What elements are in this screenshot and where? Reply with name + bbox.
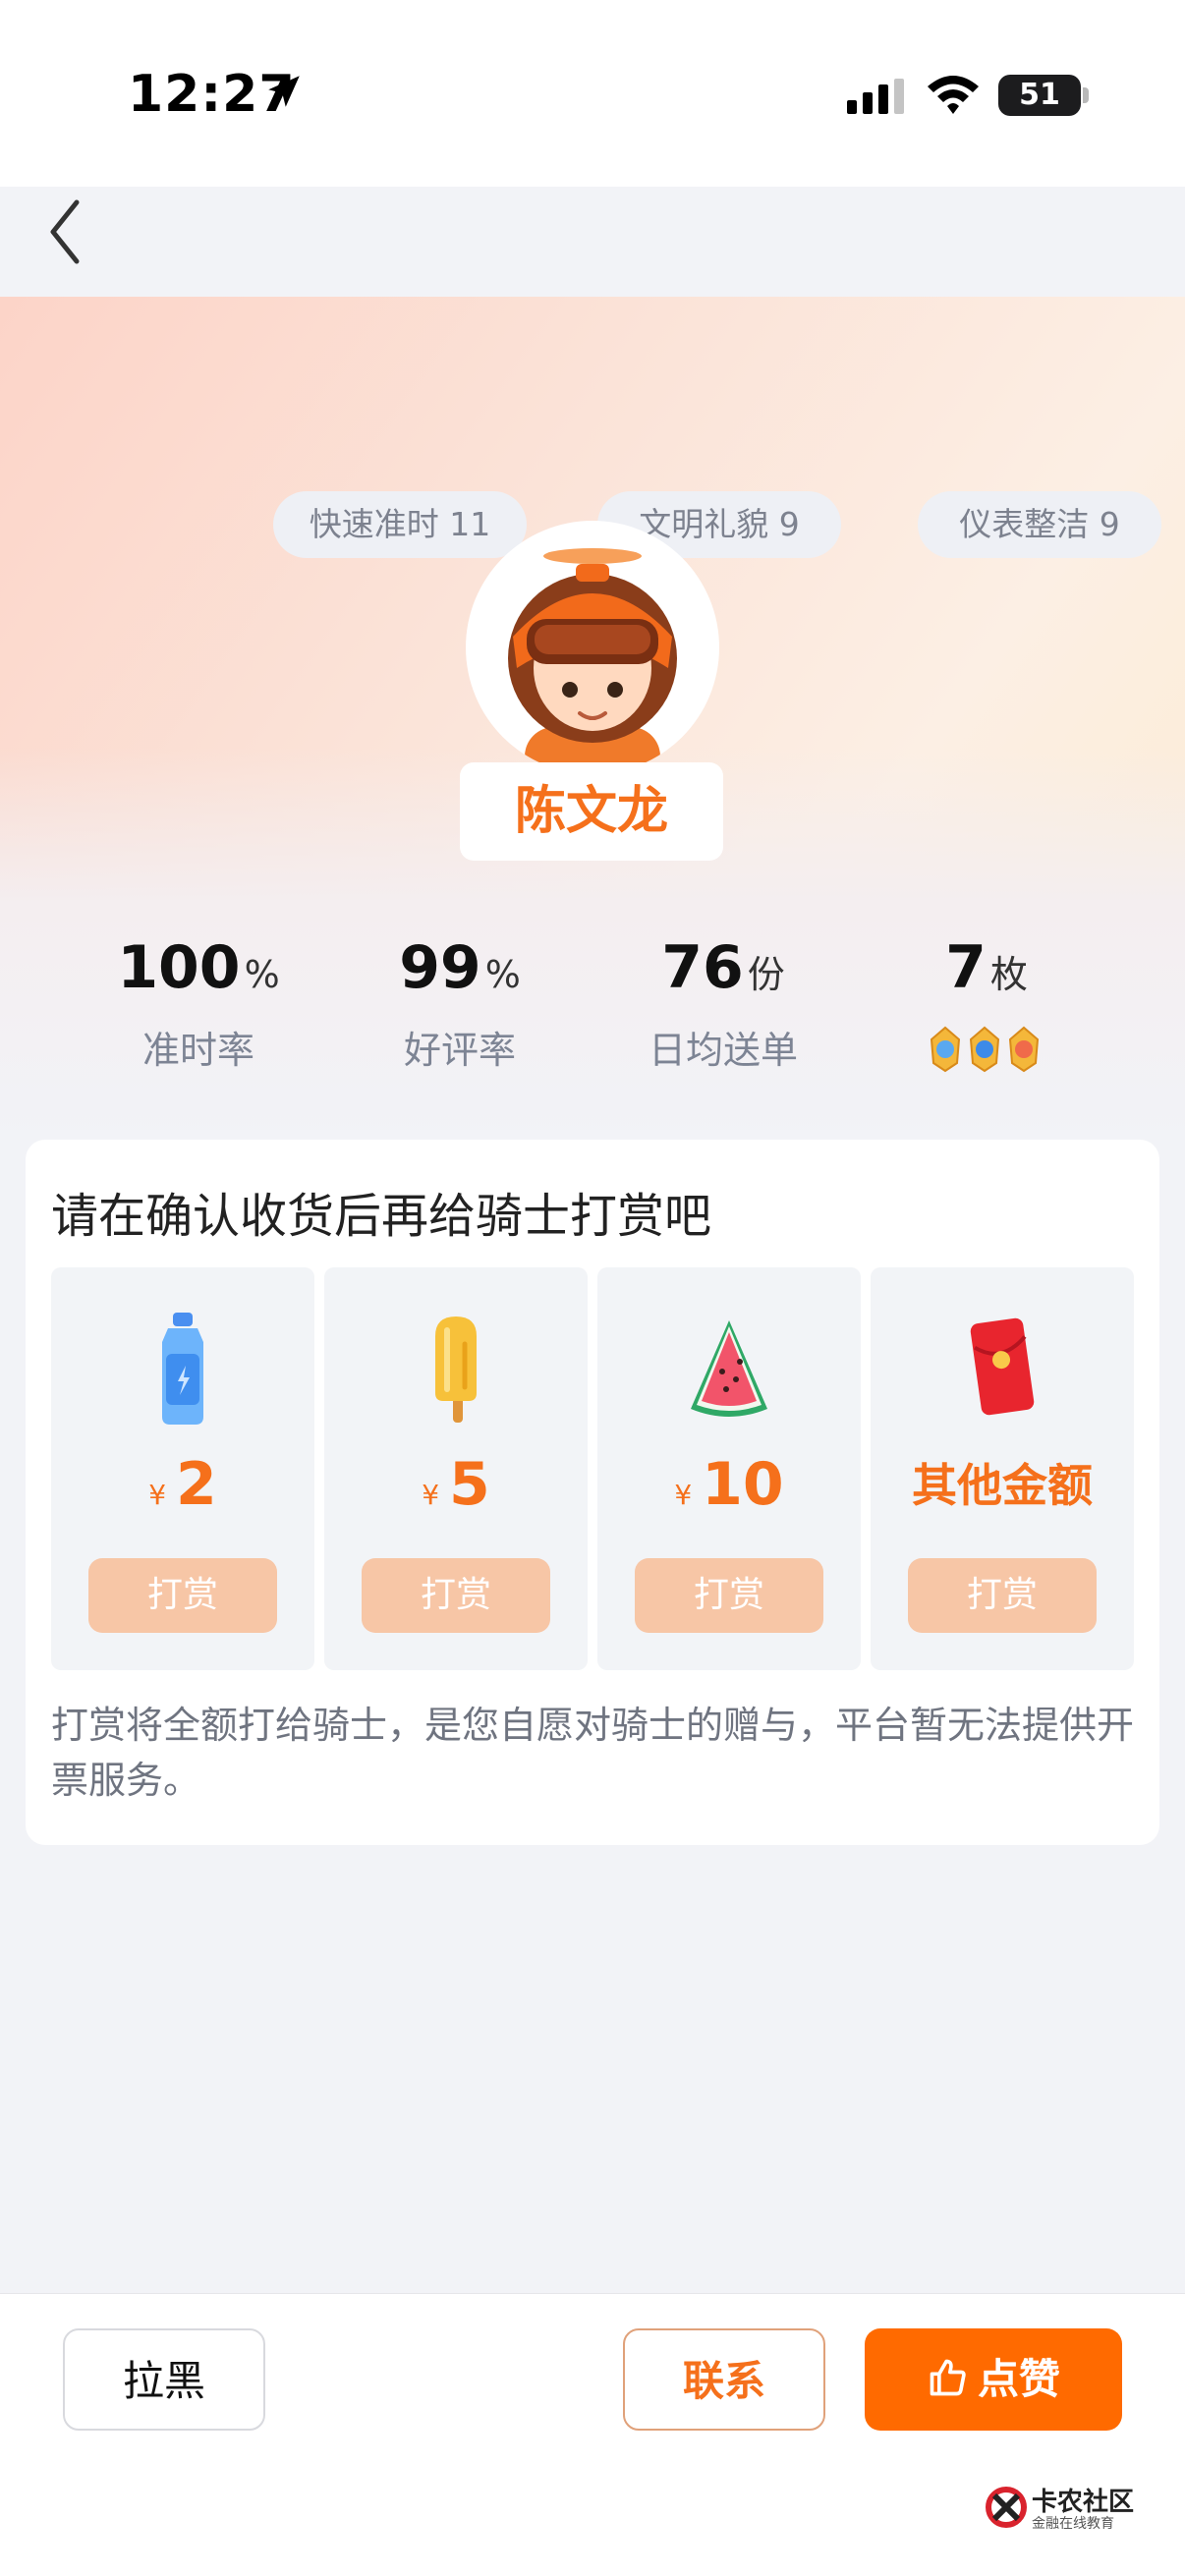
tip-button-10[interactable]: 打赏 — [635, 1558, 823, 1633]
kanong-logo-icon — [986, 2487, 1027, 2528]
rider-mascot-icon — [508, 548, 677, 774]
medal-badges-icon[interactable] — [924, 1020, 1051, 1075]
back-chevron-icon[interactable] — [39, 193, 98, 271]
other-amount-label: 其他金额 — [912, 1459, 1093, 1512]
rider-avatar — [466, 521, 719, 774]
tip-notice: 打赏将全额打给骑士，是您自愿对骑士的赠与，平台暂无法提供开票服务。 — [51, 1704, 1135, 1802]
amount-value: 5 — [449, 1450, 490, 1519]
stat-rating-value: 99% — [328, 933, 592, 1002]
stat-unit: % — [484, 953, 521, 996]
battery-indicator: 51 — [998, 75, 1081, 116]
battery-cap — [1083, 87, 1089, 103]
stat-value: 7 — [945, 933, 987, 1002]
stat-value: 100 — [117, 933, 241, 1002]
tip-amount-other: 其他金额 — [871, 1450, 1134, 1515]
medal-icon — [969, 1026, 1000, 1073]
water-bottle-icon — [162, 1313, 203, 1425]
amount-value: 10 — [702, 1450, 784, 1519]
stat-value: 76 — [661, 933, 744, 1002]
rider-name: 陈文龙 — [460, 762, 723, 861]
block-button[interactable]: 拉黑 — [63, 2328, 265, 2431]
wifi-icon — [928, 76, 979, 114]
currency-symbol: ¥ — [148, 1479, 167, 1511]
like-label: 点赞 — [977, 2355, 1060, 2403]
contact-button[interactable]: 联系 — [623, 2328, 825, 2431]
location-arrow-icon — [268, 76, 300, 107]
tip-button-5[interactable]: 打赏 — [362, 1558, 550, 1633]
stat-ontime-label: 准时率 — [141, 1029, 254, 1072]
stat-value: 99 — [399, 933, 481, 1002]
stat-ontime-value: 100% — [67, 933, 330, 1002]
medal-icon — [930, 1026, 961, 1073]
currency-symbol: ¥ — [674, 1479, 693, 1511]
amount-value: 2 — [176, 1450, 217, 1519]
tip-card-title: 请在确认收货后再给骑士打赏吧 — [51, 1189, 712, 1244]
stat-medals-value[interactable]: 7枚 — [855, 933, 1118, 1002]
watermark-sub: 金融在线教育 — [1032, 2516, 1114, 2532]
cellular-signal-icon — [847, 79, 904, 114]
stat-rating-label: 好评率 — [403, 1029, 516, 1072]
watermelon-icon — [691, 1320, 767, 1417]
like-button[interactable]: 点赞 — [865, 2328, 1122, 2431]
tip-button-2[interactable]: 打赏 — [88, 1558, 277, 1633]
stat-daily-orders-label: 日均送单 — [648, 1029, 798, 1072]
rider-tag-tidy: 仪表整洁 9 — [918, 491, 1161, 558]
stat-daily-orders-value: 76 份 — [592, 933, 855, 1002]
tip-amount-2: ¥2 — [51, 1450, 314, 1519]
thumbs-up-icon — [930, 2359, 966, 2396]
popsicle-icon — [435, 1316, 477, 1423]
watermark: 卡农社区 金融在线教育 — [985, 2482, 1142, 2532]
red-envelope-icon — [970, 1317, 1035, 1416]
tip-amount-10: ¥10 — [597, 1450, 861, 1519]
medal-icon — [1008, 1026, 1040, 1073]
tip-button-other[interactable]: 打赏 — [908, 1558, 1097, 1633]
currency-symbol: ¥ — [422, 1479, 440, 1511]
rider-tag-punctual: 快速准时 11 — [273, 491, 527, 558]
tip-amount-5: ¥5 — [324, 1450, 588, 1519]
stat-unit: 枚 — [989, 953, 1028, 996]
status-bar: 12:27 51 — [0, 0, 1185, 187]
stat-unit: 份 — [747, 953, 785, 996]
stat-unit: % — [244, 953, 280, 996]
